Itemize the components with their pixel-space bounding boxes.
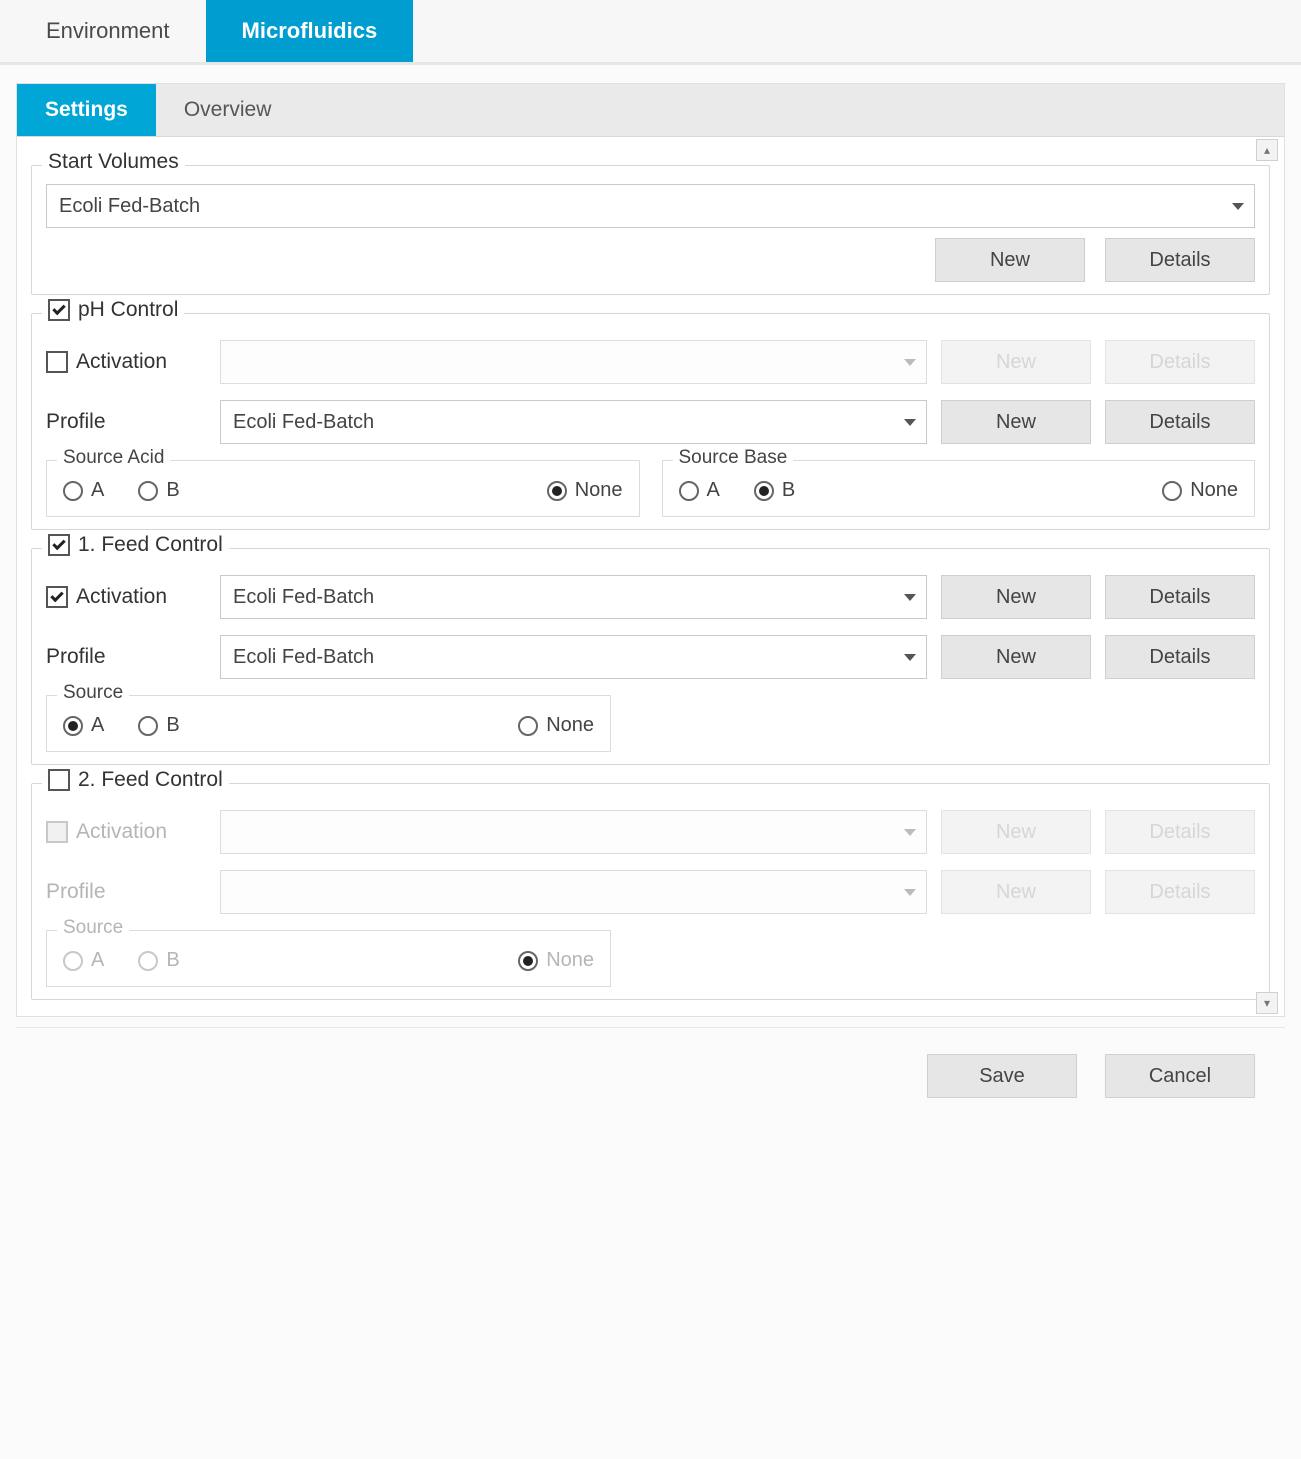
feed2-source-b: B [138,949,179,972]
source-acid-none[interactable]: None [547,479,623,502]
start-volumes-dropdown[interactable]: Ecoli Fed-Batch [46,184,1255,228]
feed2-activation-checkbox [46,821,68,843]
start-volumes-legend: Start Volumes [42,150,185,174]
feed2-source-none: None [518,949,594,972]
feed1-source-none[interactable]: None [518,714,594,737]
top-tabs: Environment Microfluidics [0,0,1301,65]
chevron-down-icon [904,889,916,896]
ph-control-legend: pH Control [78,298,178,322]
source-base-legend: Source Base [673,447,794,469]
tab-microfluidics[interactable]: Microfluidics [206,0,414,62]
start-volumes-details-button[interactable]: Details [1105,238,1255,282]
feed1-profile-new-button[interactable]: New [941,635,1091,679]
feed1-profile-details-button[interactable]: Details [1105,635,1255,679]
scroll-down-button[interactable]: ▾ [1256,992,1278,1014]
feed1-source-a[interactable]: A [63,714,104,737]
source-acid-a[interactable]: A [63,479,104,502]
feed2-legend: 2. Feed Control [78,768,223,792]
ph-profile-details-button[interactable]: Details [1105,400,1255,444]
feed1-profile-label: Profile [46,645,206,669]
ph-activation-details-button: Details [1105,340,1255,384]
feed1-activation-value: Ecoli Fed-Batch [233,586,374,609]
source-base-none[interactable]: None [1162,479,1238,502]
group-feed2: 2. Feed Control Activation New Details [31,783,1270,1000]
source-base-a[interactable]: A [679,479,720,502]
ph-activation-dropdown[interactable] [220,340,927,384]
ph-profile-dropdown[interactable]: Ecoli Fed-Batch [220,400,927,444]
source-acid-b[interactable]: B [138,479,179,502]
feed2-activation-details-button: Details [1105,810,1255,854]
feed2-activation-dropdown [220,810,927,854]
ph-activation-label: Activation [76,350,167,374]
ph-activation-checkbox[interactable] [46,351,68,373]
feed2-source-legend: Source [57,917,129,939]
chevron-down-icon [904,654,916,661]
ph-activation-new-button: New [941,340,1091,384]
feed1-activation-details-button[interactable]: Details [1105,575,1255,619]
chevron-down-icon [904,419,916,426]
feed1-profile-dropdown[interactable]: Ecoli Fed-Batch [220,635,927,679]
group-feed1: 1. Feed Control Activation Ecoli Fed-Bat… [31,548,1270,765]
feed2-checkbox[interactable] [48,769,70,791]
chevron-down-icon [904,829,916,836]
feed2-profile-dropdown [220,870,927,914]
feed2-activation-new-button: New [941,810,1091,854]
settings-body: ▴ Start Volumes Ecoli Fed-Batch New Deta… [17,137,1284,1016]
tab-overview[interactable]: Overview [156,84,300,136]
feed1-activation-label: Activation [76,585,167,609]
group-start-volumes: Start Volumes Ecoli Fed-Batch New Detail… [31,165,1270,295]
footer: Save Cancel [16,1027,1285,1098]
feed2-activation-label: Activation [76,820,167,844]
ph-profile-label: Profile [46,410,206,434]
ph-profile-new-button[interactable]: New [941,400,1091,444]
ph-profile-value: Ecoli Fed-Batch [233,411,374,434]
feed2-profile-new-button: New [941,870,1091,914]
sub-tabs: Settings Overview [17,84,1284,137]
feed1-checkbox[interactable] [48,534,70,556]
chevron-down-icon [1232,203,1244,210]
source-base-group: Source Base A B [662,460,1256,517]
chevron-down-icon [904,594,916,601]
feed1-source-b[interactable]: B [138,714,179,737]
ph-control-checkbox[interactable] [48,299,70,321]
feed1-activation-checkbox[interactable] [46,586,68,608]
feed1-profile-value: Ecoli Fed-Batch [233,646,374,669]
group-ph-control: pH Control Activation New Details Pro [31,313,1270,530]
chevron-down-icon [904,359,916,366]
feed1-activation-dropdown[interactable]: Ecoli Fed-Batch [220,575,927,619]
save-button[interactable]: Save [927,1054,1077,1098]
feed1-source-group: Source A B [46,695,611,752]
source-base-b[interactable]: B [754,479,795,502]
tab-settings[interactable]: Settings [17,84,156,136]
scroll-up-button[interactable]: ▴ [1256,139,1278,161]
start-volumes-value: Ecoli Fed-Batch [59,195,200,218]
feed2-source-a: A [63,949,104,972]
feed1-legend: 1. Feed Control [78,533,223,557]
cancel-button[interactable]: Cancel [1105,1054,1255,1098]
feed2-profile-label: Profile [46,880,206,904]
source-acid-group: Source Acid A B [46,460,640,517]
feed1-activation-new-button[interactable]: New [941,575,1091,619]
tab-environment[interactable]: Environment [10,0,206,62]
content-panel: Settings Overview ▴ Start Volumes Ecoli … [16,83,1285,1017]
start-volumes-new-button[interactable]: New [935,238,1085,282]
source-acid-legend: Source Acid [57,447,170,469]
feed2-profile-details-button: Details [1105,870,1255,914]
feed2-source-group: Source A B [46,930,611,987]
feed1-source-legend: Source [57,682,129,704]
